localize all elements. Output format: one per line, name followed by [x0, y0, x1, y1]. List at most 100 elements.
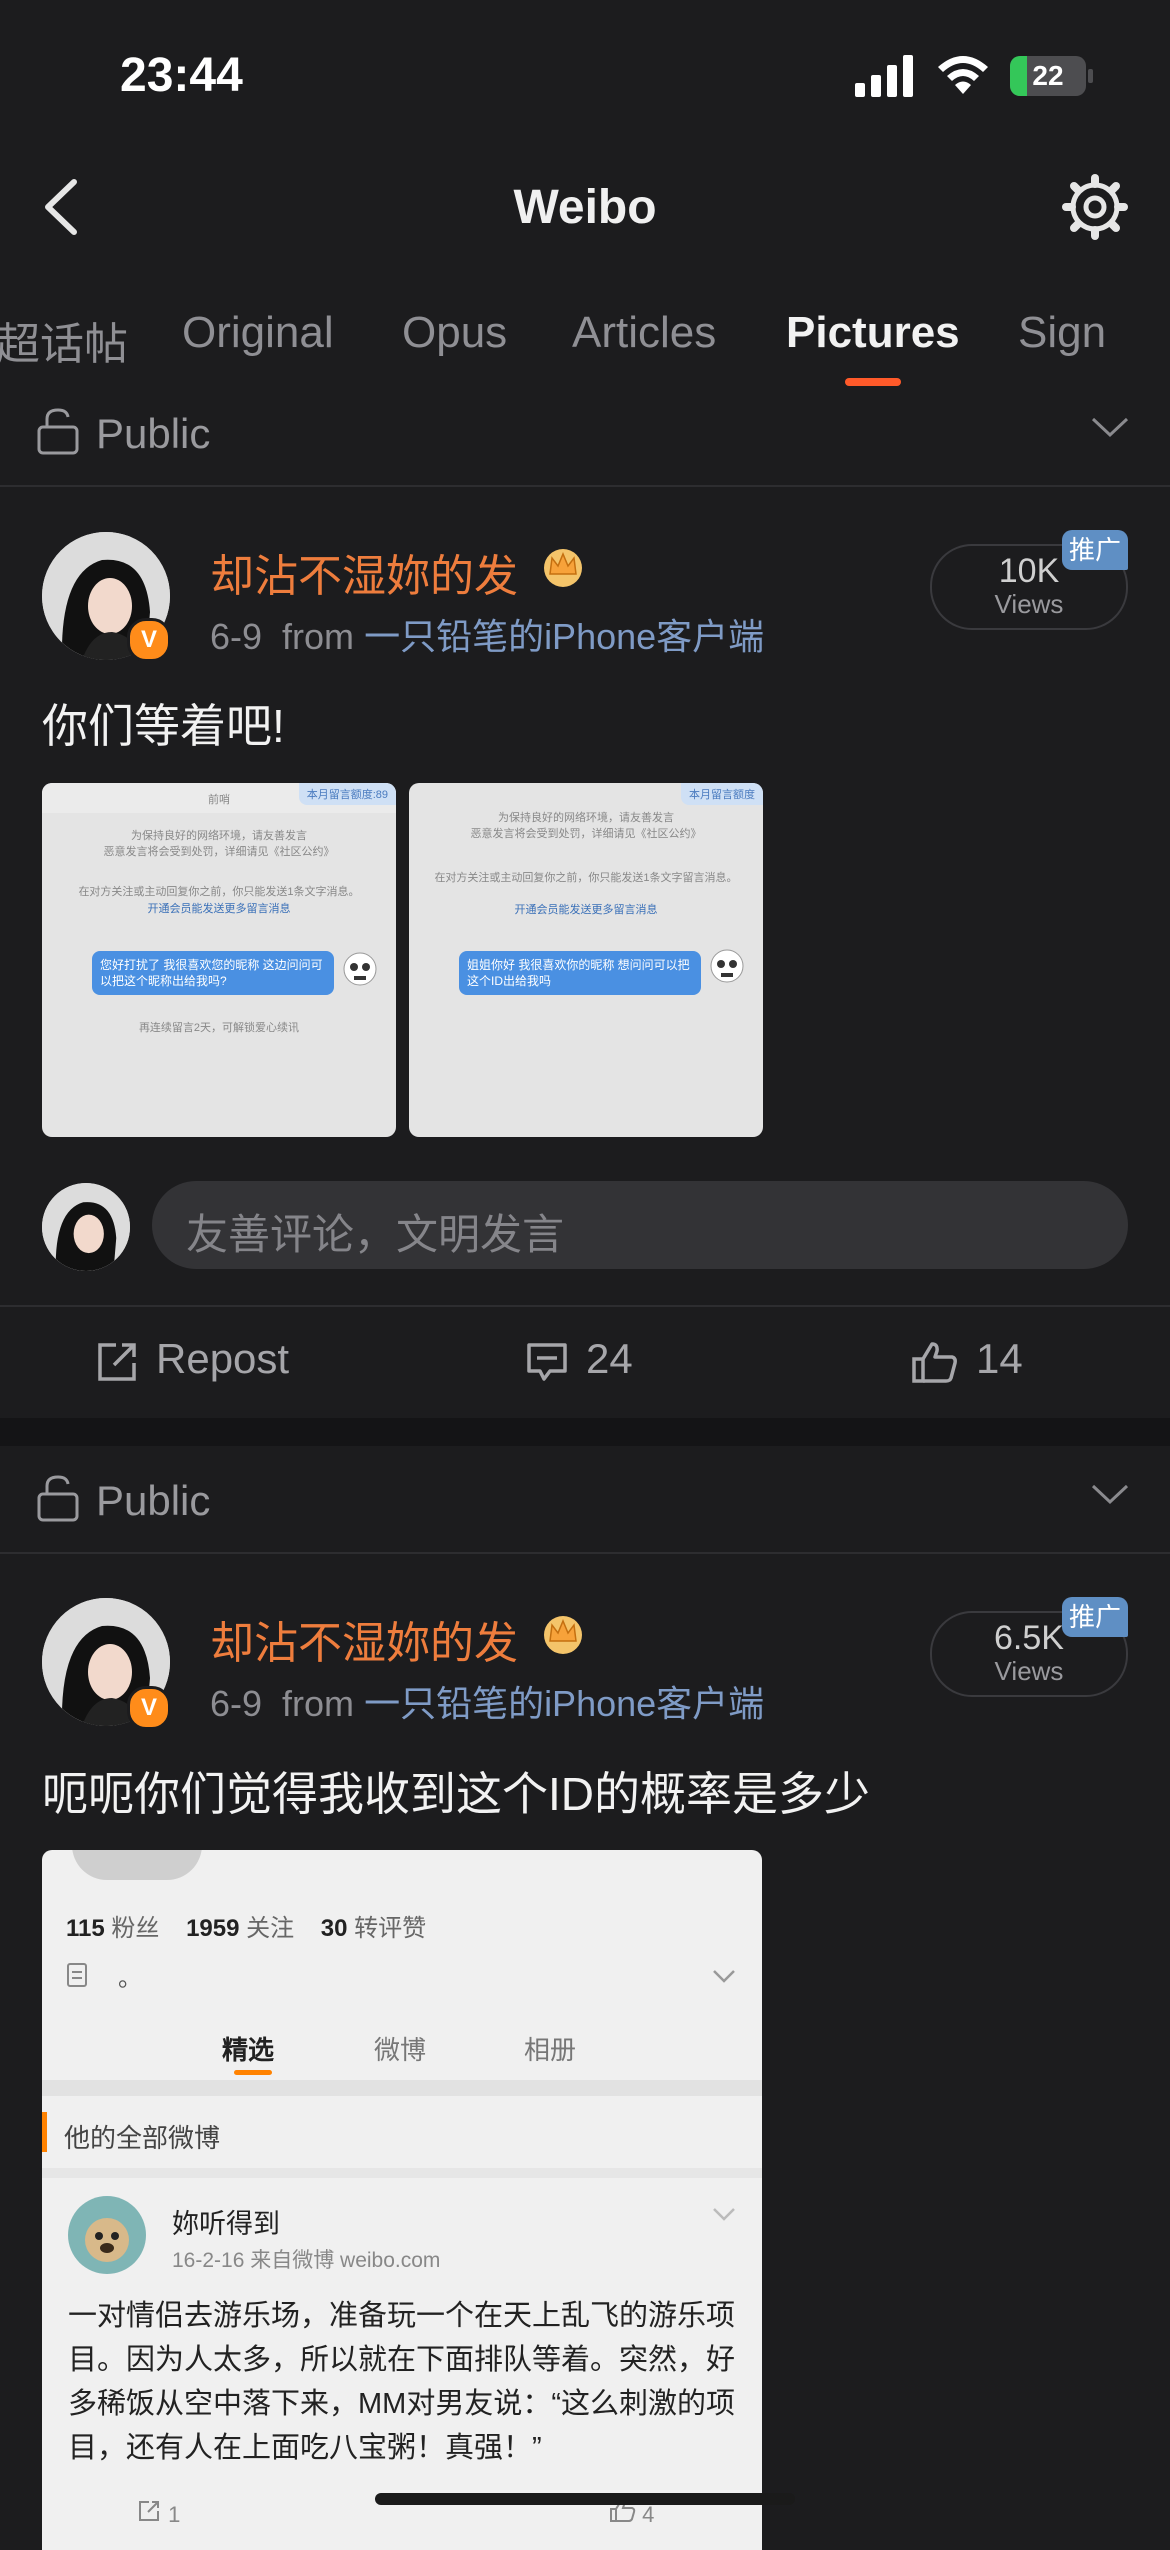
profile-tab: 微博: [374, 2035, 427, 2065]
post-image[interactable]: 前哨 本月留言额度:89 为保持良好的网络环境，请友善发言 恶意发言将会受到处罚…: [42, 783, 396, 1137]
profile-tabs: 精选 微博 相册: [42, 2020, 762, 2080]
chevron-down-icon[interactable]: [1090, 415, 1130, 439]
status-time: 23:44: [120, 49, 243, 102]
image-footer: 再连续留言2天，可解锁爱心续讯: [138, 1022, 300, 1034]
promo-badge: 推广: [1062, 530, 1128, 570]
image-notice: 在对方关注或主动回复你之前，你只能发送1条文字消息。: [78, 886, 360, 898]
battery-level: 22: [1032, 60, 1064, 91]
repost-icon: [98, 1343, 136, 1381]
page-title: Weibo: [513, 181, 657, 234]
inner-avatar: [68, 2196, 146, 2274]
status-bar: 23:44 22: [0, 0, 1170, 150]
from-label: from: [282, 1683, 355, 1724]
image-notice: 在对方关注或主动回复你之前，你只能发送1条文字留言消息。: [434, 872, 738, 884]
post-text: 呃呃你们觉得我收到这个ID的概率是多少: [42, 1768, 870, 1820]
post-date: 6-9: [210, 616, 263, 657]
my-avatar: [42, 1183, 130, 1271]
tab-opus[interactable]: Opus: [402, 308, 507, 358]
nav-bar: Weibo: [0, 150, 1170, 265]
image-notice: 恶意发言将会受到处罚，详细请见《社区公约》: [103, 846, 335, 858]
comment-row: 友善评论，文明发言: [0, 1175, 1170, 1285]
post-source[interactable]: 一只铅笔的iPhone客户端: [364, 616, 764, 657]
repost-icon: [139, 2501, 159, 2521]
visibility-row[interactable]: Public: [0, 385, 1170, 487]
home-indicator: [375, 2493, 795, 2505]
tab-articles[interactable]: Articles: [572, 308, 716, 358]
post-meta: 6-9 from 一只铅笔的iPhone客户端: [210, 1675, 764, 1727]
inner-meta: 16-2-16 来自微博 weibo.com: [172, 2249, 441, 2272]
like-button[interactable]: 14: [912, 1335, 1023, 1383]
profile-stats: 115 粉丝 1959 关注 30 转评赞: [66, 1908, 426, 1943]
image-notice: 开通会员能发送更多留言消息: [147, 903, 291, 915]
comment-count: 24: [586, 1335, 633, 1382]
tab-original[interactable]: Original: [182, 308, 334, 358]
image-notice: 为保持良好的网络环境，请友善发言: [498, 812, 674, 824]
post-date: 6-9: [210, 1683, 263, 1724]
tab-pictures[interactable]: Pictures: [786, 308, 960, 358]
like-count: 14: [976, 1335, 1023, 1382]
repost-label: Repost: [156, 1335, 290, 1382]
document-icon: [67, 1963, 87, 1987]
profile-tab: 精选: [222, 2035, 275, 2065]
image-message-bubble: 您好打扰了 我很喜欢您的昵称 这边问问可以把这个昵称出给我吗?: [92, 951, 334, 995]
inner-post-text: 一对情侣去游乐场，准备玩一个在天上乱飞的游乐项目。因为人太多，所以就在下面排队等…: [68, 2300, 736, 2464]
image-notice: 为保持良好的网络环境，请友善发言: [131, 830, 307, 842]
views-unit: Views: [994, 1656, 1064, 1686]
repost-button[interactable]: Repost: [96, 1335, 289, 1383]
post-image[interactable]: 115 粉丝 1959 关注 30 转评赞 。 精选 微博 相册 他的全部微博 …: [42, 1850, 762, 2550]
image-notice: 开通会员能发送更多留言消息: [514, 904, 658, 916]
cellular-signal-icon: [855, 55, 913, 97]
unlock-icon: [37, 408, 79, 455]
wifi-icon: [938, 56, 988, 94]
image-message-bubble: 姐姐你好 我很喜欢你的昵称 想问问可以把这个ID出给我吗: [459, 951, 701, 995]
post-actions: Repost 24 14: [0, 1305, 1170, 1417]
unlock-icon: [37, 1475, 79, 1522]
visibility-row[interactable]: Public: [0, 1452, 1170, 1554]
chevron-down-icon: [713, 2208, 735, 2221]
tab-sign[interactable]: Sign: [1018, 308, 1106, 358]
post-meta: 6-9 from 一只铅笔的iPhone客户端: [210, 608, 764, 660]
comment-input[interactable]: 友善评论，文明发言: [152, 1181, 1128, 1269]
inner-repost-count: 1: [168, 2502, 181, 2527]
stat-number: 115: [66, 1915, 105, 1942]
comment-button[interactable]: 24: [526, 1335, 633, 1383]
stat-number: 1959: [186, 1915, 240, 1942]
views-unit: Views: [994, 589, 1064, 619]
battery-icon: 22: [1010, 56, 1086, 96]
crown-icon: [544, 1616, 582, 1654]
post-text: 你们等着吧!: [42, 700, 285, 752]
stat-label: 粉丝: [111, 1915, 160, 1942]
post-source[interactable]: 一只铅笔的iPhone客户端: [364, 1683, 764, 1724]
inner-repost: 1: [138, 2500, 180, 2528]
post-image[interactable]: 本月留言额度 为保持良好的网络环境，请友善发言 恶意发言将会受到处罚，详细请见《…: [409, 783, 763, 1137]
chevron-down-icon: [713, 1970, 735, 1983]
promo-badge: 推广: [1062, 1597, 1128, 1637]
crown-icon: [544, 549, 582, 587]
chevron-down-icon[interactable]: [1090, 1482, 1130, 1506]
skull-avatar-icon: [343, 952, 377, 986]
verified-badge: V: [127, 618, 171, 662]
thumbs-up-icon: [912, 1342, 957, 1383]
verified-badge: V: [127, 1686, 171, 1730]
username[interactable]: 却沾不湿妳的发: [210, 1607, 518, 1671]
tab-chaohua[interactable]: 超话帖: [0, 308, 128, 372]
gear-icon[interactable]: [1060, 172, 1130, 242]
image-quota-tag: 本月留言额度:89: [298, 783, 396, 805]
visibility-label: Public: [96, 410, 211, 457]
visibility-label: Public: [96, 1477, 211, 1524]
username[interactable]: 却沾不湿妳的发: [210, 540, 518, 604]
image-notice: 恶意发言将会受到处罚，详细请见《社区公约》: [470, 828, 702, 840]
skull-avatar-icon: [710, 949, 744, 983]
profile-tab: 相册: [524, 2035, 577, 2065]
stat-label: 关注: [246, 1915, 295, 1942]
comment-placeholder: 友善评论，文明发言: [186, 1211, 565, 1258]
image-quota-tag: 本月留言额度: [681, 783, 763, 805]
stat-label: 转评赞: [354, 1915, 427, 1942]
inner-like-count: 4: [642, 2502, 655, 2527]
filter-tabs: 超话帖 Original Opus Articles Pictures Sign: [0, 290, 1170, 395]
from-label: from: [282, 616, 355, 657]
comment-icon: [527, 1343, 567, 1381]
stat-number: 30: [320, 1915, 348, 1942]
post-separator: [0, 1418, 1170, 1446]
section-title: 他的全部微博: [64, 2123, 221, 2153]
